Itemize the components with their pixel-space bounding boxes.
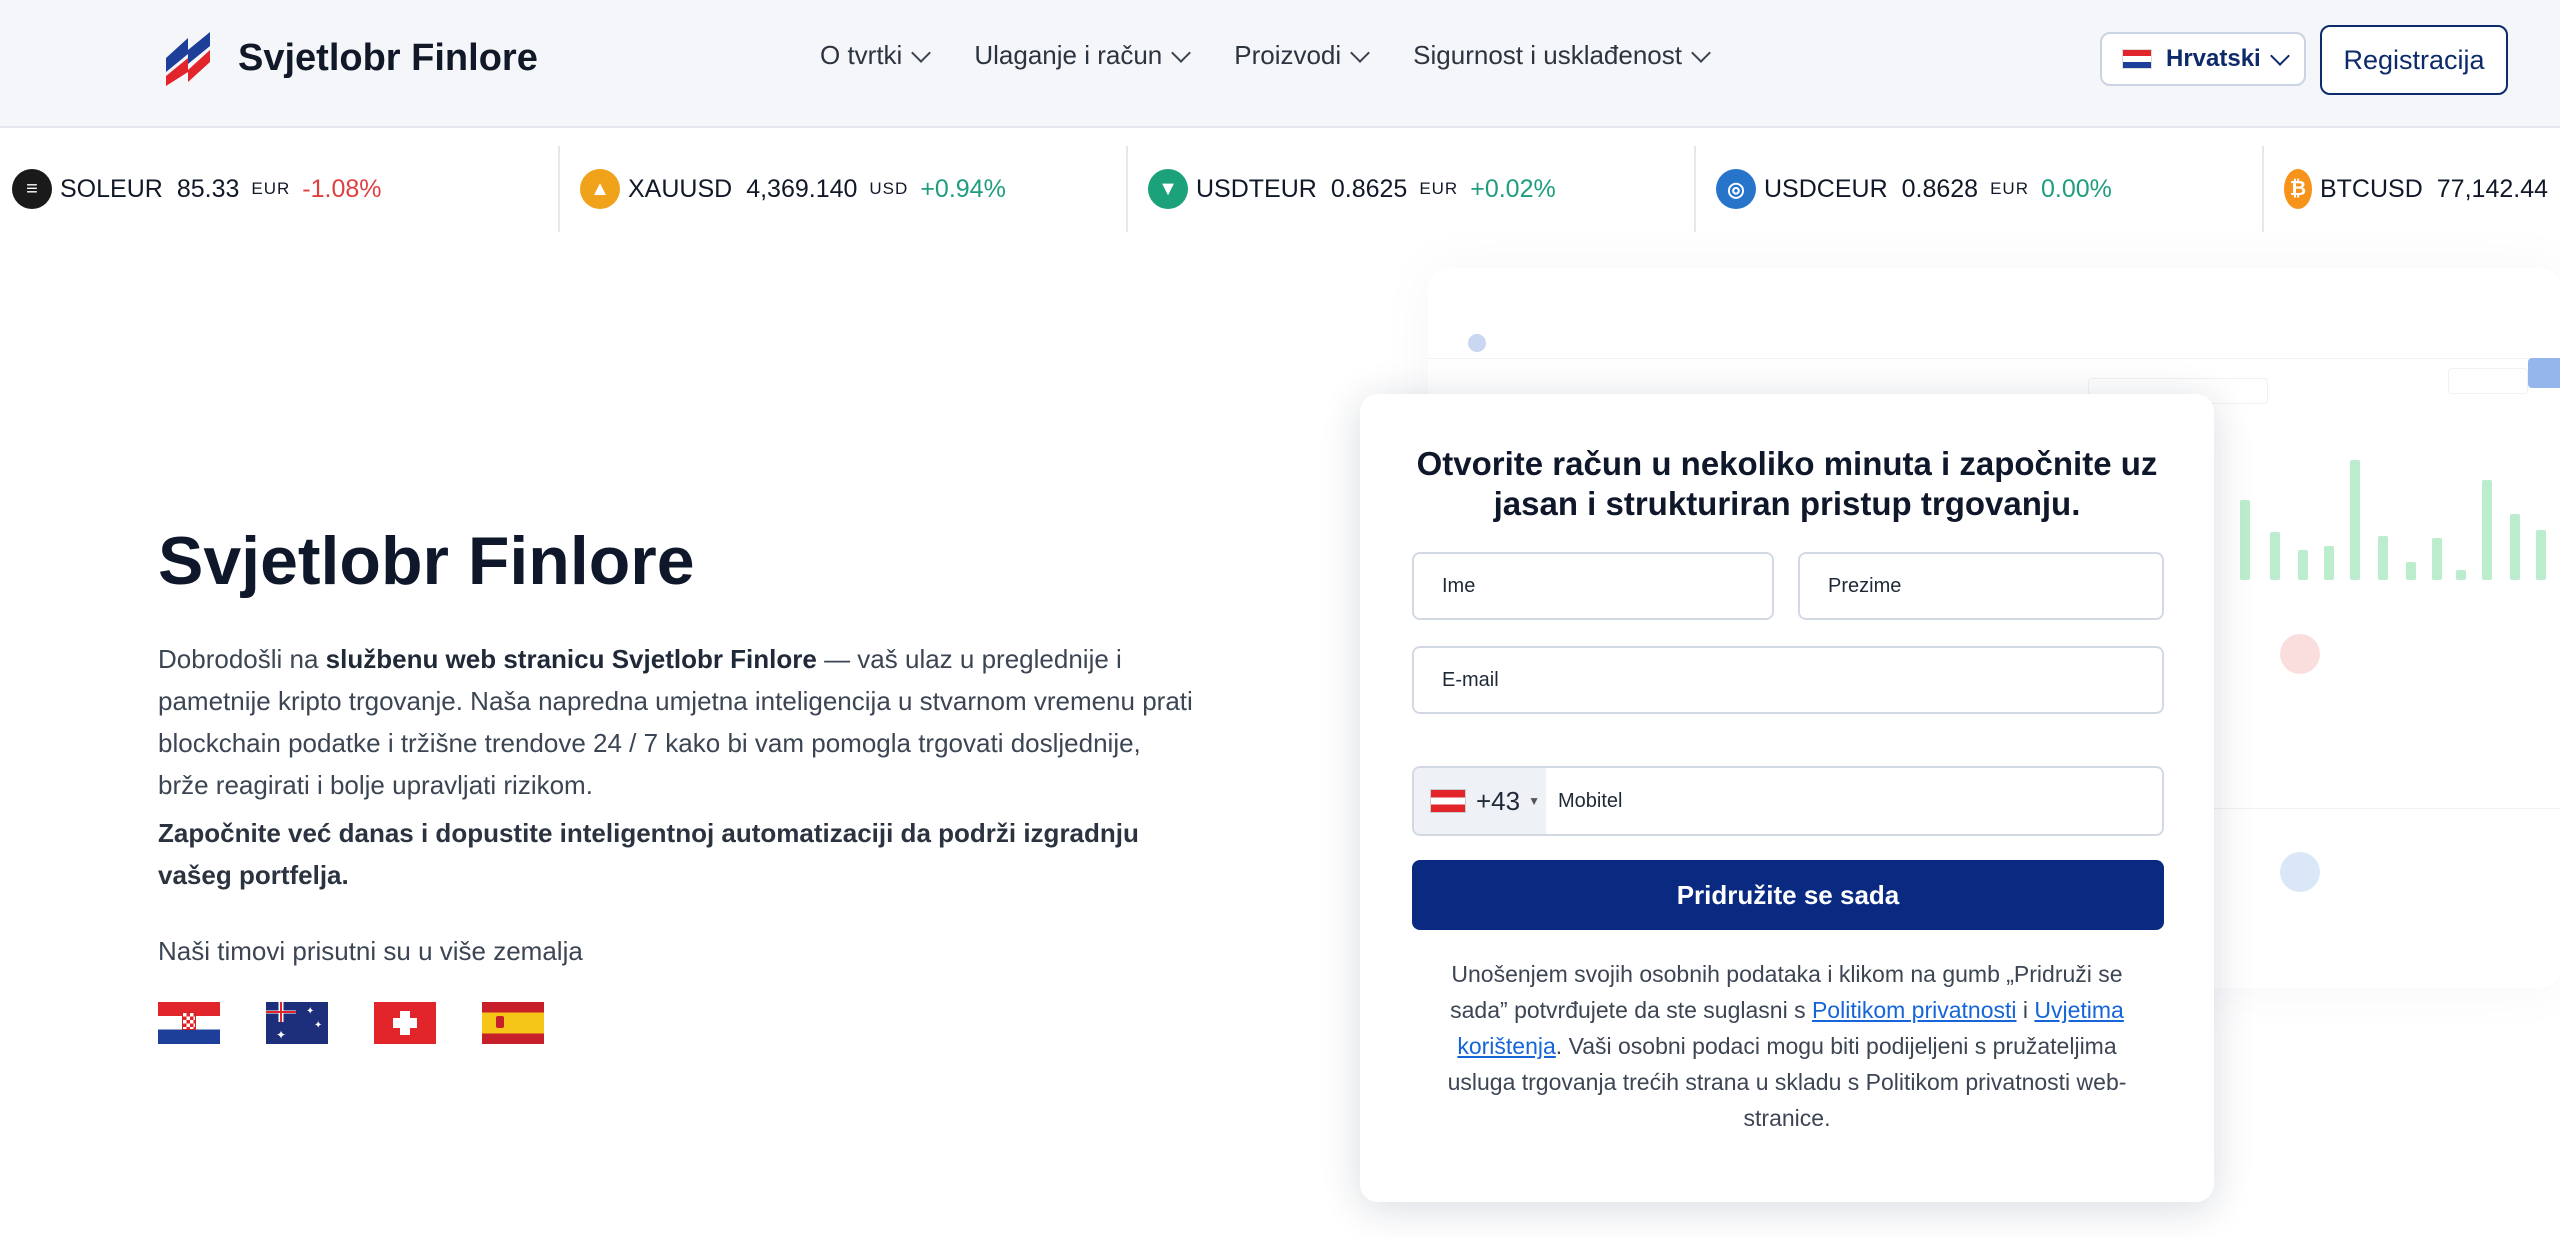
main-nav: O tvrtki Ulaganje i račun Proizvodi Sigu… xyxy=(820,40,1754,71)
chevron-down-icon xyxy=(1171,42,1192,63)
ticker-item[interactable]: ≡ SOLEUR 85.33 EUR -1.08% xyxy=(12,146,382,232)
price-ticker: ≡ SOLEUR 85.33 EUR -1.08% ▲ XAUUSD 4,369… xyxy=(0,146,2560,232)
site-header: Svjetlobr Finlore O tvrtki Ulaganje i ra… xyxy=(0,0,2560,128)
ticker-currency: EUR xyxy=(1990,179,2029,198)
first-name-input[interactable]: Ime xyxy=(1412,552,1774,620)
register-button[interactable]: Registracija xyxy=(2320,25,2508,95)
ticker-item[interactable]: ▼ USDTEUR 0.8625 EUR +0.02% xyxy=(1126,146,1556,232)
caret-down-icon: ▼ xyxy=(1528,794,1540,808)
country-code-selector[interactable]: +43 ▼ xyxy=(1414,768,1546,834)
ticker-price: 4,369.140 xyxy=(746,174,858,203)
croatia-flag-icon xyxy=(2122,49,2152,69)
page-title: Svjetlobr Finlore xyxy=(158,523,695,599)
ticker-change: -1.08% xyxy=(302,174,382,203)
ticker-price: 0.8625 xyxy=(1330,174,1408,203)
ticker-change: +0.94% xyxy=(920,174,1006,203)
logo-icon xyxy=(166,32,210,86)
chevron-down-icon xyxy=(1350,42,1371,63)
tether-icon: ▼ xyxy=(1148,169,1188,209)
ticker-item[interactable]: ◎ USDCEUR 0.8628 EUR 0.00% xyxy=(1694,146,2112,232)
austria-flag-icon xyxy=(1430,789,1466,813)
usdc-icon: ◎ xyxy=(1716,169,1756,209)
ticker-symbol: SOLEUR xyxy=(60,174,163,203)
signup-form-card: Otvorite račun u nekoliko minuta i započ… xyxy=(1360,394,2214,1202)
chevron-down-icon xyxy=(911,42,932,63)
chevron-down-icon xyxy=(1691,42,1711,63)
hero-cta-text: Započnite već danas i dopustite intelige… xyxy=(158,818,1139,890)
brand-name: Svjetlobr Finlore xyxy=(238,36,538,79)
nav-item-company[interactable]: O tvrtki xyxy=(820,40,932,71)
ticker-symbol: BTCUSD xyxy=(2319,174,2423,203)
nav-item-investing[interactable]: Ulaganje i račun xyxy=(974,40,1192,71)
bitcoin-icon: ₿ xyxy=(2284,169,2312,209)
ticker-currency: EUR xyxy=(1419,179,1459,198)
ticker-price: 77,142.44 xyxy=(2436,174,2548,203)
nav-label: Proizvodi xyxy=(1234,40,1342,70)
join-now-button[interactable]: Pridružite se sada xyxy=(1412,860,2164,930)
nav-label: Ulaganje i račun xyxy=(974,40,1163,70)
ticker-price: 85.33 xyxy=(176,174,240,203)
consent-part: i xyxy=(2016,997,2035,1023)
brand-logo[interactable]: Svjetlobr Finlore xyxy=(158,28,538,88)
intro-bold-text: službenu web stranicu Svjetlobr Finlore xyxy=(325,644,817,674)
phone-input[interactable]: Mobitel xyxy=(1546,790,1622,813)
first-name-placeholder: Ime xyxy=(1442,574,1476,597)
gold-icon: ▲ xyxy=(580,169,620,209)
form-title: Otvorite račun u nekoliko minuta i započ… xyxy=(1416,445,2158,522)
privacy-policy-link[interactable]: Politikom privatnosti xyxy=(1812,997,2017,1023)
last-name-placeholder: Prezime xyxy=(1828,574,1902,597)
ticker-symbol: USDTEUR xyxy=(1196,174,1317,203)
ticker-price: 0.8628 xyxy=(1901,174,1979,203)
ticker-change: 0.00% xyxy=(2041,174,2112,203)
ticker-item[interactable]: ₿ BTCUSD 77,142.44 xyxy=(2262,146,2560,232)
hero-intro: Dobrodošli na službenu web stranicu Svje… xyxy=(158,638,1198,806)
country-code: +43 xyxy=(1476,785,1521,816)
solana-icon: ≡ xyxy=(12,169,52,209)
spain-flag-icon xyxy=(482,1002,544,1044)
country-flags: ✦ ✦ ✦ xyxy=(158,1002,590,1044)
ticker-symbol: USDCEUR xyxy=(1764,174,1888,203)
nav-item-products[interactable]: Proizvodi xyxy=(1234,40,1371,71)
ticker-item[interactable]: ▲ XAUUSD 4,369.140 USD +0.94% xyxy=(558,146,1006,232)
australia-flag-icon: ✦ ✦ ✦ xyxy=(266,1002,328,1044)
chevron-down-icon xyxy=(2269,46,2290,66)
language-selector[interactable]: Hrvatski xyxy=(2100,32,2306,86)
nav-label: Sigurnost i usklađenost xyxy=(1413,40,1682,70)
switzerland-flag-icon xyxy=(374,1002,436,1044)
nav-label: O tvrtki xyxy=(820,40,903,70)
teams-text: Naši timovi prisutni su u više zemalja xyxy=(158,936,583,966)
ticker-change: +0.02% xyxy=(1470,174,1556,203)
nav-item-security[interactable]: Sigurnost i usklađenost xyxy=(1413,40,1711,71)
email-input[interactable]: E-mail xyxy=(1412,646,2164,714)
intro-text: Dobrodošli na xyxy=(158,644,326,674)
last-name-input[interactable]: Prezime xyxy=(1798,552,2164,620)
consent-text: Unošenjem svojih osobnih podataka i klik… xyxy=(1422,956,2152,1136)
ticker-currency: EUR xyxy=(251,179,291,198)
language-label: Hrvatski xyxy=(2166,45,2261,72)
ticker-currency: USD xyxy=(869,179,909,198)
ticker-symbol: XAUUSD xyxy=(628,174,733,203)
croatia-flag-icon xyxy=(158,1002,220,1044)
email-placeholder: E-mail xyxy=(1442,668,1499,691)
phone-field: +43 ▼ Mobitel xyxy=(1412,766,2164,836)
